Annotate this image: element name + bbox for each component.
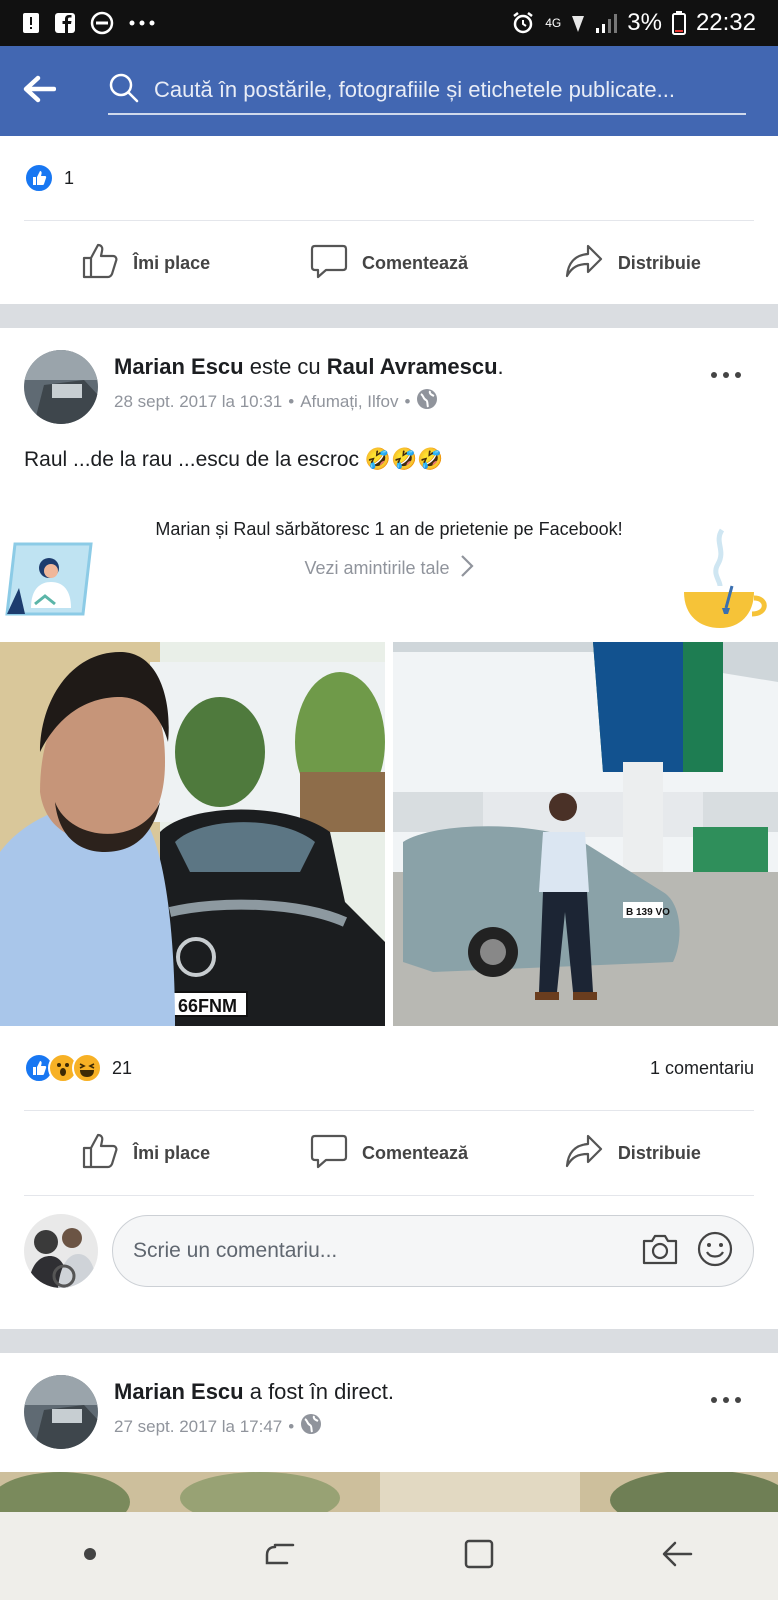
camera-icon[interactable] (641, 1233, 679, 1270)
comment-composer: Scrie un comentariu... (0, 1196, 778, 1310)
more-dots-icon (710, 1379, 742, 1410)
globe-icon (300, 1413, 322, 1440)
comment-button[interactable]: Comentează (267, 1132, 510, 1175)
author-name[interactable]: Marian Escu (114, 354, 244, 379)
author-name[interactable]: Marian Escu (114, 1379, 244, 1404)
separator-dot: • (404, 391, 411, 411)
post-author-line: Marian Escu a fost în direct. (114, 1379, 394, 1405)
current-user-avatar[interactable] (24, 1214, 98, 1288)
post-text: Raul ...de la rau ...escu de la escroc 🤣… (24, 448, 444, 471)
search-icon (108, 72, 140, 109)
like-reaction-icon (24, 163, 54, 193)
share-arrow-icon (564, 1132, 604, 1175)
comment-input[interactable]: Scrie un comentariu... (112, 1215, 754, 1287)
tagged-person[interactable]: Raul Avramescu (327, 354, 498, 379)
share-label: Distribuie (617, 1142, 701, 1163)
post-card-live: Marian Escu a fost în direct. 27 sept. 2… (0, 1353, 778, 1512)
post-subline: 27 sept. 2017 la 17:47 • (114, 1413, 394, 1440)
comment-label: Comentează (361, 252, 468, 273)
with-text: este cu (243, 354, 327, 379)
memory-title: Marian și Raul sărbătoresc 1 an de priet… (155, 519, 623, 539)
battery-percent: 3% (627, 9, 662, 36)
search-input[interactable]: Caută în postările, fotografiile și etic… (108, 67, 746, 115)
separator-dot: • (288, 391, 295, 411)
android-navigation-bar (0, 1512, 778, 1600)
like-label: Îmi place (133, 252, 211, 273)
search-placeholder: Caută în postările, fotografiile și etic… (154, 77, 675, 102)
like-label: Îmi place (133, 1142, 211, 1163)
reaction-summary[interactable]: 21 1 comentariu (0, 1026, 778, 1110)
chevron-right-icon (460, 554, 474, 583)
share-label: Distribuie (617, 252, 701, 273)
photo-selfie-car[interactable]: 66FNM (0, 642, 385, 1026)
reaction-count: 1 (64, 167, 75, 188)
post-author-line: Marian Escu este cu Raul Avramescu. (114, 354, 504, 380)
teacup-illustration (680, 528, 770, 637)
post-header: Marian Escu este cu Raul Avramescu. 28 s… (0, 328, 778, 424)
portrait-illustration (5, 538, 95, 623)
action-bar: Îmi place Comentează Distribuie (0, 1111, 778, 1195)
live-video-preview[interactable] (0, 1472, 778, 1512)
comment-button[interactable]: Comentează (267, 242, 510, 285)
share-arrow-icon (564, 242, 604, 285)
photo-gas-station[interactable]: B 139 VO (393, 642, 778, 1026)
signal-icon (595, 12, 618, 34)
more-options-button[interactable] (710, 1379, 742, 1411)
thumbs-up-icon (81, 242, 119, 285)
comment-placeholder: Scrie un comentariu... (133, 1239, 338, 1262)
back-button[interactable] (22, 75, 82, 108)
memory-link-label: Vezi amintirile tale (304, 558, 450, 578)
author-suffix: . (497, 354, 504, 379)
post-date[interactable]: 27 sept. 2017 la 17:47 (114, 1417, 282, 1437)
comment-bubble-icon (310, 1132, 348, 1175)
alert-icon (22, 12, 40, 34)
back-nav-icon[interactable] (661, 1539, 695, 1574)
emoji-icon[interactable] (697, 1231, 733, 1272)
battery-icon (671, 11, 686, 35)
thumbs-up-icon (81, 1132, 119, 1175)
post-header: Marian Escu a fost în direct. 27 sept. 2… (0, 1353, 778, 1449)
separator-dot: • (288, 1416, 295, 1436)
like-button[interactable]: Îmi place (24, 242, 267, 285)
avatar[interactable] (24, 1375, 98, 1449)
photo-grid: 66FNM B 139 VO (0, 642, 778, 1026)
facebook-icon (54, 12, 76, 34)
status-bar: 4G 3% 22:32 (0, 0, 778, 46)
comment-bubble-icon (310, 242, 348, 285)
avatar[interactable] (24, 350, 98, 424)
post-location[interactable]: Afumați, Ilfov (300, 392, 398, 412)
more-notifications-icon (128, 19, 156, 27)
friendship-memory-banner[interactable]: Marian și Raul sărbătoresc 1 an de priet… (0, 512, 778, 642)
more-dots-icon (710, 354, 742, 385)
home-icon[interactable] (463, 1538, 495, 1575)
wifi-icon (571, 12, 585, 34)
search-header: Caută în postările, fotografiile și etic… (0, 46, 778, 136)
left-plate-text: 66FNM (178, 996, 237, 1016)
clock: 22:32 (695, 9, 756, 36)
more-options-button[interactable] (710, 354, 742, 386)
like-button[interactable]: Îmi place (24, 1132, 267, 1175)
reaction-summary[interactable]: 1 (0, 136, 778, 220)
recents-icon[interactable] (263, 1539, 297, 1574)
reaction-count: 21 (112, 1057, 133, 1078)
live-text: a fost în direct. (243, 1379, 395, 1404)
back-arrow-icon (22, 75, 57, 108)
network-label: 4G (545, 16, 562, 30)
dnd-icon (90, 11, 114, 35)
post-subline: 28 sept. 2017 la 10:31 • Afumați, Ilfov … (114, 388, 504, 415)
action-bar: Îmi place Comentează Distribuie (0, 221, 778, 305)
right-plate-text: B 139 VO (626, 907, 670, 918)
share-button[interactable]: Distribuie (511, 242, 754, 285)
globe-icon (416, 388, 438, 415)
post-card-previous: 1 Îmi place Comentează Distribuie (0, 136, 778, 304)
post-date[interactable]: 28 sept. 2017 la 10:31 (114, 392, 282, 412)
nav-dot-icon[interactable] (83, 1547, 97, 1566)
haha-reaction-icon (72, 1053, 102, 1083)
comments-count-link[interactable]: 1 comentariu (650, 1058, 754, 1079)
post-card: Marian Escu este cu Raul Avramescu. 28 s… (0, 328, 778, 1329)
alarm-icon (511, 11, 535, 35)
comment-label: Comentează (361, 1142, 468, 1163)
share-button[interactable]: Distribuie (511, 1132, 754, 1175)
see-memories-link[interactable]: Vezi amintirile tale (304, 554, 474, 583)
